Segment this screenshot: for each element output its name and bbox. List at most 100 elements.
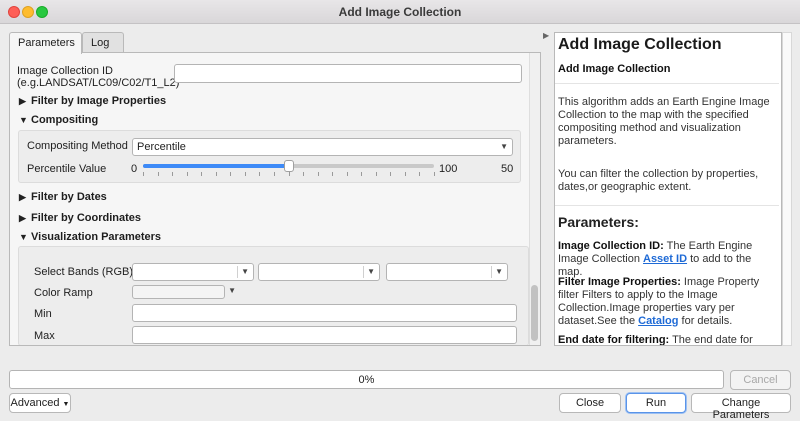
help-divider — [555, 205, 779, 206]
help-parameters-heading: Parameters: — [558, 214, 639, 230]
compositing-label: Compositing — [31, 114, 99, 126]
min-input[interactable] — [132, 304, 517, 322]
compositing-method-value: Percentile — [137, 141, 186, 153]
slider-tick — [434, 172, 435, 176]
help-title: Add Image Collection — [558, 36, 722, 53]
slider-tick — [303, 172, 305, 176]
collection-id-input[interactable] — [174, 64, 522, 83]
parameters-scrollbar-thumb[interactable] — [531, 285, 538, 341]
slider-tick — [419, 172, 421, 176]
percentile-value-label: Percentile Value — [27, 163, 107, 175]
filter-properties-header[interactable]: ▶ Filter by Image Properties — [19, 95, 166, 107]
combo-separator — [237, 266, 238, 278]
help-text: The end date for — [669, 334, 753, 346]
slider-tick — [288, 172, 290, 176]
slider-tick — [259, 172, 261, 176]
tab-log[interactable]: Log — [82, 32, 124, 53]
visualization-header[interactable]: ▼ Visualization Parameters — [19, 231, 161, 243]
band-red-select[interactable]: ▼ — [132, 263, 254, 281]
run-button[interactable]: Run — [626, 393, 686, 413]
help-scrollbar[interactable] — [782, 32, 792, 346]
advanced-label: Advanced — [10, 397, 60, 409]
percentile-slider-handle[interactable] — [283, 160, 294, 172]
chevron-down-icon: ▼ — [495, 267, 503, 276]
filter-dates-header[interactable]: ▶ Filter by Dates — [19, 191, 107, 203]
slider-tick — [143, 172, 144, 176]
band-blue-select[interactable]: ▼ — [386, 263, 508, 281]
slider-tick — [244, 172, 246, 176]
progress-bar: 0% — [9, 370, 724, 389]
slider-current-value: 50 — [501, 163, 514, 175]
slider-tick — [186, 172, 188, 176]
slider-tick — [230, 172, 232, 176]
help-description-filters: You can filter the collection by propert… — [558, 168, 759, 193]
slider-min-label: 0 — [131, 163, 138, 175]
help-panel: Add Image Collection Add Image Collectio… — [554, 32, 782, 346]
compositing-method-select[interactable]: Percentile ▼ — [132, 138, 513, 156]
color-ramp-label: Color Ramp — [34, 287, 93, 299]
slider-tick — [317, 172, 319, 176]
collection-id-hint: (e.g.LANDSAT/LC09/C02/T1_L2) — [17, 77, 180, 89]
slider-tick — [172, 172, 174, 176]
compositing-method-label: Compositing Method — [27, 140, 128, 152]
slider-tick — [346, 172, 348, 176]
slider-tick — [201, 172, 203, 176]
combo-separator — [491, 266, 492, 278]
help-term: Filter Image Properties: — [558, 276, 681, 288]
filter-coordinates-label: Filter by Coordinates — [31, 212, 142, 224]
compositing-group: Compositing Method Percentile ▼ Percenti… — [18, 130, 521, 183]
help-term: Image Collection ID: — [558, 240, 664, 252]
slider-max-label: 100 — [439, 163, 458, 175]
chevron-down-icon: ▼ — [228, 286, 236, 295]
percentile-slider-fill — [143, 164, 289, 168]
cancel-button[interactable]: Cancel — [730, 370, 791, 390]
expand-arrow-icon: ▶ — [19, 192, 26, 202]
max-label: Max — [34, 330, 55, 342]
help-param-end-date: End date for filtering: The end date for — [558, 334, 778, 346]
slider-tick — [215, 172, 217, 176]
color-ramp-select[interactable]: ▼ — [132, 285, 236, 299]
tab-parameters[interactable]: Parameters — [9, 32, 82, 54]
slider-tick — [404, 172, 406, 176]
help-term: End date for filtering: — [558, 334, 670, 346]
parameters-panel: Image Collection ID (e.g.LANDSAT/LC09/C0… — [9, 52, 541, 346]
change-parameters-button[interactable]: Change Parameters — [691, 393, 791, 421]
visualization-label: Visualization Parameters — [31, 231, 162, 243]
max-input[interactable] — [132, 326, 517, 344]
advanced-button[interactable]: Advanced ▼ — [9, 393, 71, 413]
expand-arrow-icon: ▶ — [19, 96, 26, 106]
help-param-collection-id: Image Collection ID: The Earth Engine Im… — [558, 240, 778, 279]
title-bar: Add Image Collection — [0, 0, 800, 24]
slider-tick — [273, 172, 275, 176]
progress-text: 0% — [358, 374, 375, 386]
slider-tick — [375, 172, 377, 176]
expand-arrow-icon: ▶ — [19, 213, 26, 223]
filter-dates-label: Filter by Dates — [31, 191, 107, 203]
help-text: for details. — [678, 315, 733, 327]
slider-tick — [157, 172, 159, 176]
slider-tick — [361, 172, 363, 176]
min-label: Min — [34, 308, 52, 320]
help-subtitle: Add Image Collection — [558, 63, 671, 75]
chevron-down-icon: ▼ — [367, 267, 375, 276]
panel-splitter-arrow-icon[interactable]: ▶ — [543, 31, 549, 40]
band-green-select[interactable]: ▼ — [258, 263, 380, 281]
parameters-scrollbar[interactable] — [529, 53, 540, 345]
filter-properties-label: Filter by Image Properties — [31, 95, 167, 107]
chevron-down-icon: ▼ — [241, 267, 249, 276]
compositing-header[interactable]: ▼ Compositing — [19, 114, 98, 126]
combo-separator — [363, 266, 364, 278]
filter-coordinates-header[interactable]: ▶ Filter by Coordinates — [19, 212, 141, 224]
window-title: Add Image Collection — [338, 5, 462, 19]
visualization-group: Select Bands (RGB) ▼ ▼ ▼ Color Ramp ▼ Mi… — [18, 246, 529, 345]
chevron-down-icon: ▼ — [62, 401, 70, 408]
select-bands-label: Select Bands (RGB) — [34, 266, 134, 278]
slider-tick — [332, 172, 334, 176]
catalog-link[interactable]: Catalog — [638, 315, 678, 327]
close-button[interactable]: Close — [559, 393, 621, 413]
asset-id-link[interactable]: Asset ID — [643, 253, 687, 265]
collapse-arrow-icon: ▼ — [19, 115, 28, 125]
help-description: This algorithm adds an Earth Engine Imag… — [558, 96, 770, 147]
help-param-filter-properties: Filter Image Properties: Image Property … — [558, 276, 778, 328]
slider-tick — [390, 172, 392, 176]
